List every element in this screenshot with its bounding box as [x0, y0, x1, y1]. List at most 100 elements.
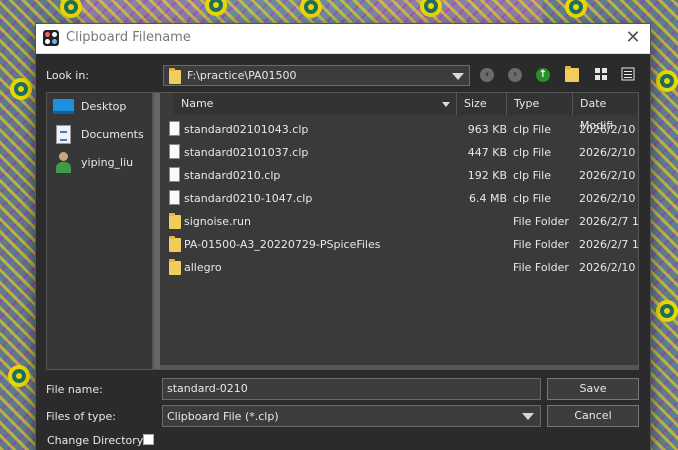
column-header-size[interactable]: Size: [457, 93, 507, 115]
file-date: 2026/2/7 10:: [579, 215, 639, 228]
clipboard-filename-dialog: Clipboard Filename ✕ Look in: F:\practic…: [36, 24, 650, 450]
forward-button[interactable]: ›: [506, 65, 524, 83]
file-date: 2026/2/10 10: [579, 169, 638, 182]
folder-row[interactable]: PA-01500-A3_20220729-PSpiceFiles File Fo…: [160, 233, 638, 256]
place-label: yiping_liu: [81, 156, 134, 169]
file-icon: [169, 190, 180, 205]
file-date: 2026/2/10 10: [579, 261, 638, 274]
file-name: standard02101043.clp: [184, 123, 309, 136]
file-date: 2026/2/10 10: [579, 123, 638, 136]
detail-view-button[interactable]: [619, 65, 637, 83]
new-folder-icon: [565, 66, 579, 82]
folder-icon: [169, 68, 181, 84]
column-header-type[interactable]: Type: [507, 93, 573, 115]
column-header-label: Name: [181, 97, 214, 110]
folder-icon: [169, 213, 181, 229]
file-type: File Folder: [513, 261, 569, 274]
file-icon: [169, 144, 180, 159]
files-of-type-value: Clipboard File (*.clp): [167, 410, 279, 423]
folder-icon: [169, 259, 181, 275]
back-button[interactable]: ‹: [478, 65, 496, 83]
forward-arrow-icon: ›: [508, 68, 522, 82]
place-label: Documents: [81, 128, 144, 141]
file-type: clp File: [513, 169, 551, 182]
file-type: clp File: [513, 123, 551, 136]
file-icon: [169, 167, 180, 182]
file-name: standard0210-1047.clp: [184, 192, 313, 205]
place-desktop[interactable]: Desktop: [47, 94, 152, 120]
file-size: 963 KB: [467, 123, 507, 136]
via-pad: [420, 0, 442, 17]
file-row[interactable]: standard0210-1047.clp 6.4 MB clp File 20…: [160, 187, 638, 210]
file-size: 6.4 MB: [468, 192, 507, 205]
sort-descending-icon: [442, 102, 450, 107]
change-directory-checkbox[interactable]: [143, 434, 154, 445]
file-name-input[interactable]: standard-0210: [162, 378, 541, 400]
file-date: 2026/2/7 10:: [579, 238, 639, 251]
new-folder-button[interactable]: [563, 65, 581, 83]
chevron-down-icon: [522, 413, 534, 420]
file-row[interactable]: standard02101037.clp 447 KB clp File 202…: [160, 141, 638, 164]
file-row[interactable]: standard0210.clp 192 KB clp File 2026/2/…: [160, 164, 638, 187]
folder-icon: [169, 236, 181, 252]
file-name: signoise.run: [184, 215, 251, 228]
close-icon: ✕: [625, 27, 641, 48]
folder-row[interactable]: allegro File Folder 2026/2/10 10: [160, 256, 638, 279]
column-header-name[interactable]: Name: [174, 93, 457, 115]
via-pad: [656, 300, 678, 322]
via-pad: [8, 365, 30, 387]
file-row[interactable]: standard02101043.clp 963 KB clp File 202…: [160, 118, 638, 141]
look-in-path: F:\practice\PA01500: [187, 69, 297, 82]
file-name: PA-01500-A3_20220729-PSpiceFiles: [184, 238, 381, 251]
via-pad: [205, 0, 227, 16]
file-size: 447 KB: [467, 146, 507, 159]
look-in-label: Look in:: [46, 69, 89, 82]
up-folder-button[interactable]: ↑: [534, 65, 552, 83]
close-button[interactable]: ✕: [616, 24, 650, 53]
icon-view-button[interactable]: [592, 65, 610, 83]
file-size: 192 KB: [467, 169, 507, 182]
column-header-date[interactable]: Date Modifi: [573, 93, 638, 132]
place-label: Desktop: [81, 100, 127, 113]
via-pad: [300, 0, 322, 18]
via-pad: [565, 0, 587, 18]
file-icon: [169, 121, 180, 136]
file-name: standard0210.clp: [184, 169, 281, 182]
documents-icon: [56, 125, 71, 144]
files-of-type-label: Files of type:: [46, 410, 117, 423]
place-user[interactable]: yiping_liu: [47, 150, 152, 176]
desktop-icon: [53, 99, 74, 114]
file-name: allegro: [184, 261, 222, 274]
back-arrow-icon: ‹: [480, 68, 494, 82]
file-list: Name Size Type Date Modifi standard02101…: [153, 92, 639, 370]
file-type: File Folder: [513, 215, 569, 228]
grid-view-icon: [595, 68, 607, 80]
file-name: standard02101037.clp: [184, 146, 309, 159]
files-of-type-select[interactable]: Clipboard File (*.clp): [162, 405, 541, 427]
file-name-label: File name:: [46, 383, 103, 396]
title-bar: Clipboard Filename ✕: [36, 24, 650, 54]
window-title: Clipboard Filename: [66, 30, 191, 45]
cancel-button[interactable]: Cancel: [547, 405, 639, 427]
column-header-label: Type: [514, 97, 540, 110]
change-directory-label: Change Directory: [47, 434, 144, 447]
file-date: 2026/2/10 10: [579, 192, 638, 205]
app-icon: [43, 30, 59, 46]
file-type: File Folder: [513, 238, 569, 251]
horizontal-scrollbar[interactable]: [160, 365, 638, 369]
place-documents[interactable]: Documents: [47, 122, 152, 148]
file-type: clp File: [513, 192, 551, 205]
list-view-icon: [621, 67, 635, 81]
up-arrow-icon: ↑: [536, 68, 550, 82]
via-pad: [60, 0, 82, 18]
folder-row[interactable]: signoise.run File Folder 2026/2/7 10:: [160, 210, 638, 233]
places-sidebar: Desktop Documents yiping_liu: [46, 92, 153, 370]
via-pad: [10, 78, 32, 100]
chevron-down-icon: [452, 72, 464, 80]
user-icon: [55, 152, 73, 173]
via-pad: [656, 70, 678, 92]
column-header-label: Size: [464, 97, 487, 110]
save-button[interactable]: Save: [547, 378, 639, 400]
look-in-combo[interactable]: F:\practice\PA01500: [163, 65, 470, 86]
file-type: clp File: [513, 146, 551, 159]
